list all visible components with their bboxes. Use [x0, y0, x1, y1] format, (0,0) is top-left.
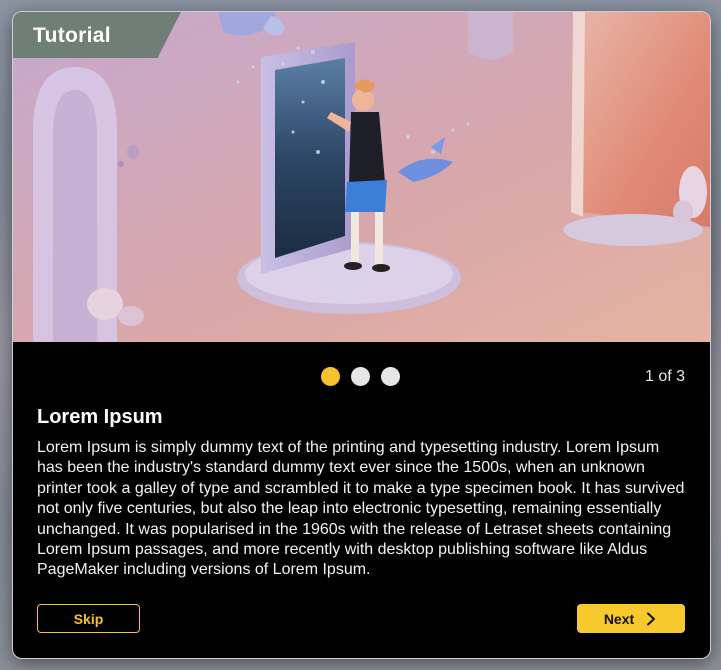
page-counter: 1 of 3	[644, 368, 685, 385]
page-dot-2[interactable]	[351, 367, 370, 386]
dialog-title: Tutorial	[33, 24, 111, 47]
page-dot-3[interactable]	[381, 367, 400, 386]
content-heading: Lorem Ipsum	[37, 406, 163, 428]
next-button[interactable]: Next	[577, 604, 685, 633]
content-body: Lorem Ipsum is simply dummy text of the …	[37, 439, 685, 579]
chevron-right-icon	[647, 612, 656, 625]
skip-button[interactable]: Skip	[37, 604, 140, 633]
pagination-dots	[321, 367, 400, 386]
tutorial-dialog: Tutorial 1 of 3 Lorem Ipsum Lorem Ipsum …	[12, 11, 711, 659]
skip-button-label: Skip	[73, 610, 104, 627]
next-button-label: Next	[603, 610, 635, 627]
hero-illustration: Tutorial	[13, 12, 710, 342]
page-dot-1[interactable]	[321, 367, 340, 386]
